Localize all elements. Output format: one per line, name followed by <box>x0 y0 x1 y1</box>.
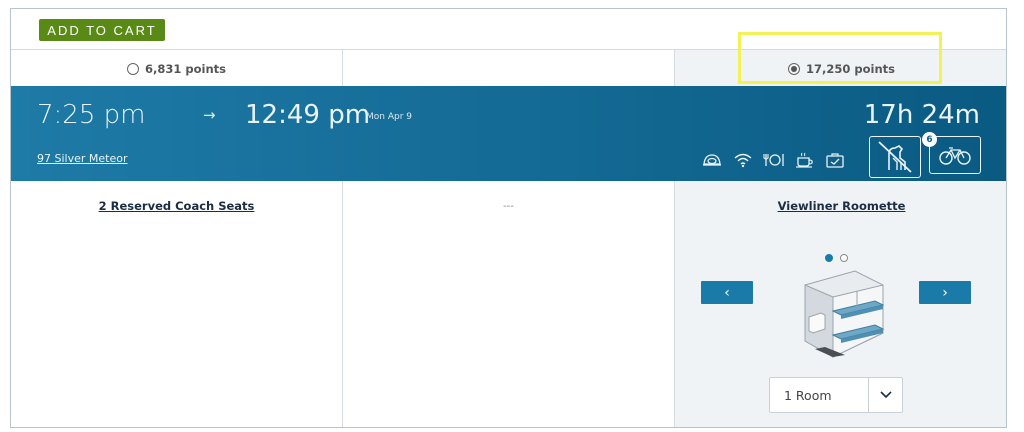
fare-panel: ADD TO CART 6,831 points 17,250 points 7… <box>10 8 1007 428</box>
trip-duration: 17h 24m <box>863 100 980 130</box>
train-name-link[interactable]: 97 Silver Meteor <box>37 152 127 165</box>
fare-points-label: 6,831 points <box>145 61 226 76</box>
departure-time: 7:25 pm <box>37 100 146 130</box>
fare-option-coach[interactable]: 6,831 points <box>11 50 343 87</box>
no-pets-icon <box>869 136 921 178</box>
accommodation-columns: 2 Reserved Coach Seats --- Viewliner Roo… <box>11 181 1006 427</box>
price-row: 6,831 points 17,250 points <box>11 49 1006 87</box>
carousel-prev-button[interactable]: ‹ <box>701 281 753 304</box>
radio-button-selected[interactable] <box>788 62 800 75</box>
train-info-bar: 7:25 pm → 12:49 pm Mon Apr 9 97 Silver M… <box>11 86 1006 181</box>
accommodation-coach: 2 Reserved Coach Seats <box>11 181 343 427</box>
dining-icon <box>763 152 785 168</box>
wifi-icon <box>733 152 753 168</box>
accommodation-empty: --- <box>343 181 675 427</box>
add-to-cart-button[interactable]: ADD TO CART <box>39 19 165 41</box>
bike-icon <box>929 136 981 174</box>
cafe-icon <box>795 152 815 168</box>
room-quantity-value: 1 Room <box>784 387 832 403</box>
accommodation-title-link[interactable]: Viewliner Roomette <box>675 199 1006 213</box>
room-quantity-select[interactable]: 1 Room <box>769 377 903 413</box>
accommodation-title-link[interactable]: 2 Reserved Coach Seats <box>11 199 342 213</box>
accommodation-placeholder: --- <box>503 201 514 212</box>
arrow-icon: → <box>203 106 216 124</box>
carousel-next-button[interactable]: › <box>919 281 971 304</box>
radio-button[interactable] <box>127 62 139 75</box>
checked-bag-icon <box>825 152 845 168</box>
fare-option-roomette[interactable]: 17,250 points <box>675 50 1006 87</box>
carousel-dot[interactable] <box>840 254 848 262</box>
carousel-dot-active[interactable] <box>825 254 833 262</box>
arrival-time: 12:49 pm <box>245 100 371 130</box>
fare-option-empty <box>343 50 675 87</box>
seat-icon <box>701 152 723 168</box>
amenities-list <box>701 152 845 168</box>
carousel-dots <box>825 254 848 262</box>
roomette-image <box>804 270 885 358</box>
chevron-down-icon[interactable] <box>868 378 902 412</box>
fare-points-label: 17,250 points <box>806 61 895 76</box>
arrival-date: Mon Apr 9 <box>366 112 412 122</box>
bike-count-badge: 6 <box>922 132 937 147</box>
accommodation-roomette: Viewliner Roomette ‹ › 1 Room <box>675 181 1006 427</box>
